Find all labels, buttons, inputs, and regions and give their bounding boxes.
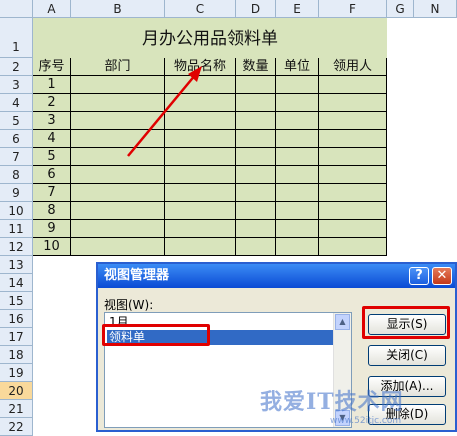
serial-cell[interactable]: 5 — [33, 148, 71, 166]
row-header[interactable]: 10 — [0, 202, 33, 220]
serial-cell[interactable]: 8 — [33, 202, 71, 220]
table-cell[interactable] — [71, 202, 165, 220]
table-cell[interactable] — [165, 184, 236, 202]
row-header[interactable]: 11 — [0, 220, 33, 238]
table-cell[interactable] — [319, 166, 387, 184]
table-cell[interactable] — [276, 184, 319, 202]
row-header[interactable]: 2 — [0, 58, 33, 76]
column-header[interactable]: F — [319, 0, 387, 18]
row-header[interactable]: 1 — [0, 18, 33, 58]
serial-cell[interactable]: 4 — [33, 130, 71, 148]
table-cell[interactable] — [276, 148, 319, 166]
row-header[interactable]: 20 — [0, 382, 33, 400]
close-button[interactable]: 关闭(C) — [368, 345, 446, 366]
table-cell[interactable] — [236, 220, 276, 238]
watermark-text: 我爱IT技术网 — [260, 389, 404, 415]
serial-cell[interactable]: 1 — [33, 76, 71, 94]
table-cell[interactable] — [236, 184, 276, 202]
row-header[interactable]: 9 — [0, 184, 33, 202]
select-all-corner[interactable] — [0, 0, 33, 18]
column-header[interactable]: A — [33, 0, 71, 18]
row-header[interactable]: 18 — [0, 346, 33, 364]
table-cell[interactable] — [276, 94, 319, 112]
serial-cell[interactable]: 3 — [33, 112, 71, 130]
row-header[interactable]: 21 — [0, 400, 33, 418]
row-header[interactable]: 17 — [0, 328, 33, 346]
table-cell[interactable] — [319, 148, 387, 166]
column-header[interactable]: D — [236, 0, 276, 18]
table-cell[interactable] — [236, 148, 276, 166]
table-cell[interactable] — [165, 238, 236, 256]
table-cell[interactable] — [319, 76, 387, 94]
row-header[interactable]: 16 — [0, 310, 33, 328]
row-header[interactable]: 19 — [0, 364, 33, 382]
table-cell[interactable] — [276, 220, 319, 238]
table-cell[interactable] — [71, 220, 165, 238]
table-cell[interactable] — [276, 130, 319, 148]
header-cell[interactable]: 单位 — [276, 58, 319, 76]
serial-cell[interactable]: 7 — [33, 184, 71, 202]
row-header[interactable]: 5 — [0, 112, 33, 130]
row-header[interactable]: 15 — [0, 292, 33, 310]
table-cell[interactable] — [71, 184, 165, 202]
row-header[interactable]: 22 — [0, 418, 33, 436]
table-cell[interactable] — [276, 166, 319, 184]
column-header[interactable]: B — [71, 0, 165, 18]
help-button[interactable]: ? — [409, 267, 429, 285]
table-cell[interactable] — [236, 130, 276, 148]
table-cell[interactable] — [71, 166, 165, 184]
row-header[interactable]: 4 — [0, 94, 33, 112]
sheet-title[interactable]: 月办公用品领料单 — [33, 18, 387, 59]
scroll-up-icon[interactable]: ▲ — [335, 314, 350, 330]
header-cell[interactable]: 序号 — [33, 58, 71, 76]
highlight-box-show — [362, 306, 450, 339]
close-icon[interactable]: ✕ — [432, 267, 452, 285]
serial-cell[interactable]: 6 — [33, 166, 71, 184]
row-header[interactable]: 13 — [0, 256, 33, 274]
table-cell[interactable] — [319, 130, 387, 148]
watermark-url: www.52itjc.com — [330, 416, 402, 426]
table-cell[interactable] — [236, 94, 276, 112]
row-header[interactable]: 8 — [0, 166, 33, 184]
table-cell[interactable] — [236, 112, 276, 130]
table-cell[interactable] — [165, 220, 236, 238]
highlight-box-list — [102, 324, 210, 346]
table-cell[interactable] — [319, 202, 387, 220]
row-header[interactable]: 12 — [0, 238, 33, 256]
table-cell[interactable] — [236, 238, 276, 256]
column-header[interactable]: G — [387, 0, 414, 18]
column-header[interactable]: C — [165, 0, 236, 18]
row-header[interactable]: 3 — [0, 76, 33, 94]
row-header[interactable]: 7 — [0, 148, 33, 166]
row-header[interactable]: 6 — [0, 130, 33, 148]
row-header[interactable]: 14 — [0, 274, 33, 292]
table-cell[interactable] — [319, 94, 387, 112]
dialog-title: 视图管理器 — [98, 264, 455, 288]
table-cell[interactable] — [276, 112, 319, 130]
header-cell[interactable]: 领用人 — [319, 58, 387, 76]
red-arrow-annotation — [127, 66, 202, 157]
header-cell[interactable]: 数量 — [236, 58, 276, 76]
serial-cell[interactable]: 10 — [33, 238, 71, 256]
table-cell[interactable] — [165, 202, 236, 220]
table-cell[interactable] — [319, 220, 387, 238]
serial-cell[interactable]: 2 — [33, 94, 71, 112]
table-cell[interactable] — [236, 166, 276, 184]
table-cell[interactable] — [319, 238, 387, 256]
table-cell[interactable] — [165, 166, 236, 184]
serial-cell[interactable]: 9 — [33, 220, 71, 238]
table-cell[interactable] — [276, 76, 319, 94]
column-header[interactable]: N — [414, 0, 457, 18]
column-header[interactable]: E — [276, 0, 319, 18]
table-cell[interactable] — [276, 202, 319, 220]
table-cell[interactable] — [236, 76, 276, 94]
table-cell[interactable] — [319, 184, 387, 202]
table-cell[interactable] — [71, 238, 165, 256]
table-cell[interactable] — [276, 238, 319, 256]
table-cell[interactable] — [319, 112, 387, 130]
table-cell[interactable] — [236, 202, 276, 220]
views-list-label: 视图(W): — [104, 298, 154, 312]
